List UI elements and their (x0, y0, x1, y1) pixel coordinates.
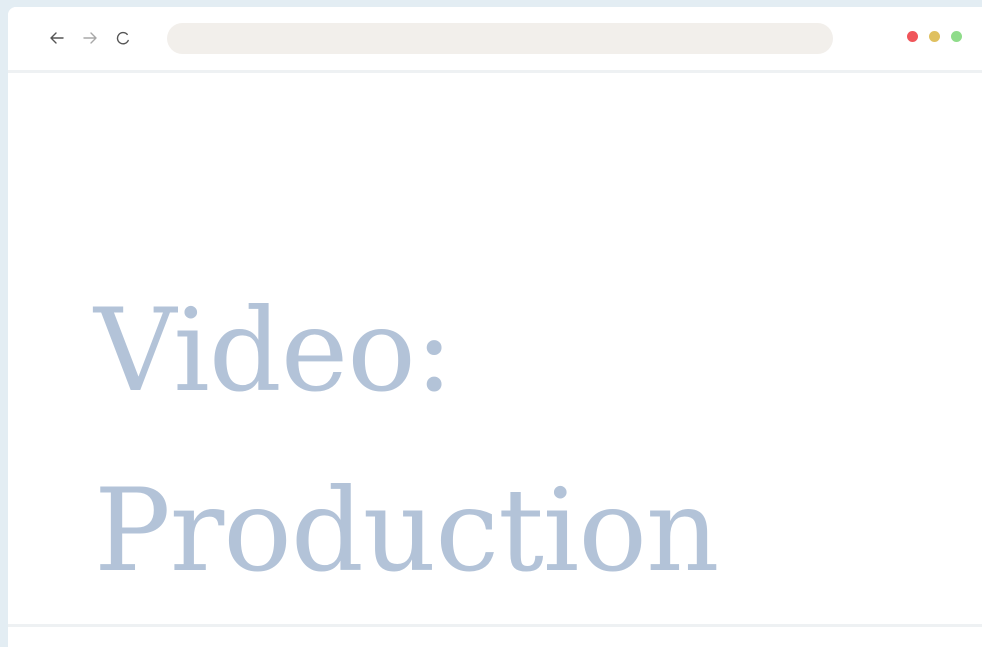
reload-button[interactable] (114, 29, 132, 47)
arrow-right-icon (83, 32, 97, 44)
page-content: Video: Production (8, 73, 982, 626)
browser-window: Video: Production (8, 7, 982, 647)
divider (8, 624, 982, 627)
back-button[interactable] (48, 29, 66, 47)
minimize-window-button[interactable] (929, 31, 940, 42)
address-bar[interactable] (167, 23, 833, 54)
close-window-button[interactable] (907, 31, 918, 42)
maximize-window-button[interactable] (951, 31, 962, 42)
page-title-line-1: Video: (94, 284, 453, 417)
forward-button[interactable] (81, 29, 99, 47)
arrow-left-icon (50, 32, 64, 44)
page-title: Video: Production (94, 261, 719, 621)
browser-toolbar (8, 7, 982, 73)
reload-icon (116, 31, 129, 45)
page-title-line-2: Production (94, 464, 719, 597)
